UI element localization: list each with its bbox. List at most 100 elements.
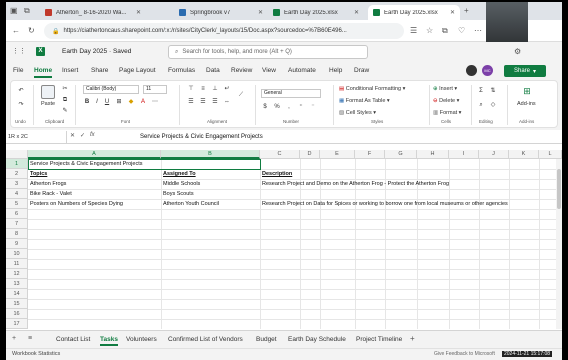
row-header-15[interactable]: 15 [6, 299, 28, 309]
insert-function-icon[interactable]: fx [90, 132, 95, 138]
row-header-3[interactable]: 3 [6, 179, 28, 189]
menu-automate[interactable]: Automate [288, 67, 316, 74]
formula-input[interactable]: Service Projects & Civic Engagement Proj… [140, 132, 263, 142]
column-header-d[interactable]: D [300, 150, 320, 159]
sheet-tab-earth-day-schedule[interactable]: Earth Day Schedule [288, 336, 346, 343]
italic-icon[interactable]: I [93, 98, 101, 106]
user-avatar[interactable] [466, 65, 477, 76]
row-header-13[interactable]: 13 [6, 279, 28, 289]
sheet-tab-tasks[interactable]: Tasks [100, 336, 118, 346]
orientation-icon[interactable]: ⟋ [237, 91, 245, 99]
back-icon[interactable]: ← [12, 26, 20, 35]
cell-c5[interactable]: Research Project on Data for Spices or w… [260, 199, 508, 209]
spreadsheet-grid[interactable]: A B C D E F G H I J K L 1 2 3 4 5 6 7 8 … [6, 144, 562, 330]
cell-b2-header[interactable]: Assigned To [161, 169, 196, 179]
sheet-tab-project-timeline[interactable]: Project Timeline [356, 336, 402, 343]
browser-tab-2[interactable]: Springbrook v7 ✕ [174, 5, 268, 20]
column-header-a[interactable]: A [28, 150, 161, 159]
conditional-formatting-button[interactable]: ▤ Conditional Formatting ▾ [339, 86, 405, 92]
workbook-statistics[interactable]: Workbook Statistics [12, 351, 60, 357]
copy-icon[interactable]: ⧉ [61, 96, 69, 104]
clear-icon[interactable]: ◇ [489, 101, 497, 109]
window-menu-icon[interactable]: ▣ [10, 6, 18, 15]
close-tab-icon[interactable]: ✕ [450, 9, 455, 16]
cell-c3[interactable]: Research Project and Demo on the Atherto… [260, 179, 449, 189]
font-name-select[interactable]: Calibri (Body) [83, 85, 139, 94]
menu-page-layout[interactable]: Page Layout [119, 67, 156, 74]
row-header-2[interactable]: 2 [6, 169, 28, 179]
format-painter-icon[interactable]: ✎ [61, 107, 69, 115]
app-launcher-icon[interactable]: ⋮⋮ [12, 47, 26, 55]
row-header-10[interactable]: 10 [6, 249, 28, 259]
row-header-9[interactable]: 9 [6, 239, 28, 249]
find-icon[interactable]: ⌕ [477, 101, 485, 109]
align-left-icon[interactable]: ☰ [187, 98, 195, 106]
fill-color-icon[interactable]: ◆ [127, 98, 135, 106]
decrease-decimal-icon[interactable]: ⁻ [309, 103, 317, 111]
sort-filter-icon[interactable]: ⇅ [489, 87, 497, 95]
scrollbar-thumb[interactable] [557, 169, 561, 209]
borders-icon[interactable]: ⊞ [115, 98, 123, 106]
column-header-e[interactable]: E [320, 150, 355, 159]
paste-button[interactable]: Paste [41, 101, 55, 107]
refresh-icon[interactable]: ↻ [28, 26, 35, 35]
sheet-tab-budget[interactable]: Budget [256, 336, 277, 343]
underline-icon[interactable]: U [103, 98, 111, 106]
select-all-corner[interactable] [6, 150, 28, 159]
coauthor-avatar[interactable]: MC [482, 65, 493, 76]
column-header-c[interactable]: C [260, 150, 300, 159]
cell-styles-button[interactable]: ▨ Cell Styles ▾ [339, 110, 376, 116]
undo-icon[interactable]: ↶ [17, 87, 25, 95]
reader-icon[interactable]: ☰ [410, 26, 417, 35]
menu-insert[interactable]: Insert [62, 67, 78, 74]
cell-a4[interactable]: Bike Rack - Valet [28, 189, 72, 199]
favorite-icon[interactable]: ☆ [426, 26, 433, 35]
cell-b5[interactable]: Atherton Youth Council [161, 199, 219, 209]
close-tab-icon[interactable]: ✕ [354, 9, 359, 16]
cell-b4[interactable]: Boys Scouts [161, 189, 194, 199]
row-header-7[interactable]: 7 [6, 219, 28, 229]
column-header-h[interactable]: H [417, 150, 449, 159]
column-header-f[interactable]: F [355, 150, 385, 159]
autosum-icon[interactable]: Σ [477, 87, 485, 95]
enter-icon[interactable]: ✓ [80, 132, 85, 139]
menu-formulas[interactable]: Formulas [168, 67, 195, 74]
url-field[interactable]: 🔒 https://ciathertoncaus.sharepoint.com/… [44, 23, 404, 39]
column-header-b[interactable]: B [161, 150, 260, 159]
cell-a2-header[interactable]: Topics [28, 169, 47, 179]
feedback-link[interactable]: Give Feedback to Microsoft [434, 351, 495, 357]
align-top-icon[interactable]: ⊤ [187, 85, 195, 93]
percent-icon[interactable]: % [273, 103, 281, 111]
addins-icon[interactable]: ⊞ [523, 87, 531, 96]
row-header-6[interactable]: 6 [6, 209, 28, 219]
sheet-tab-volunteers[interactable]: Volunteers [126, 336, 157, 343]
cell-c2-header[interactable]: Description [260, 169, 292, 179]
row-header-16[interactable]: 16 [6, 309, 28, 319]
cell-a3[interactable]: Atherton Frogs [28, 179, 66, 189]
comma-icon[interactable]: , [285, 103, 293, 111]
align-right-icon[interactable]: ☰ [211, 98, 219, 106]
column-header-l[interactable]: L [539, 150, 562, 159]
paste-icon[interactable] [41, 85, 55, 99]
insert-cells-button[interactable]: ⊕ Insert ▾ [433, 86, 457, 92]
delete-cells-button[interactable]: ⊖ Delete ▾ [433, 98, 459, 104]
merge-center-icon[interactable]: ⇔ [223, 98, 231, 106]
column-header-j[interactable]: J [479, 150, 509, 159]
menu-data[interactable]: Data [206, 67, 220, 74]
more-icon[interactable]: ⋯ [474, 26, 482, 35]
format-as-table-button[interactable]: ▦ Format As Table ▾ [339, 98, 390, 104]
font-size-select[interactable]: 11 [143, 85, 167, 94]
all-sheets-icon[interactable]: ≡ [28, 335, 32, 342]
row-header-11[interactable]: 11 [6, 259, 28, 269]
new-tab-button[interactable]: + [464, 6, 469, 15]
menu-review[interactable]: Review [231, 67, 252, 74]
column-header-i[interactable]: I [449, 150, 479, 159]
share-button[interactable]: Share ▾ [504, 65, 546, 77]
sheet-nav-icon[interactable]: + [12, 335, 16, 342]
add-sheet-button[interactable]: + [410, 334, 415, 343]
tab-actions-icon[interactable]: ⧉ [24, 6, 30, 16]
row-header-14[interactable]: 14 [6, 289, 28, 299]
close-tab-icon[interactable]: ✕ [136, 9, 141, 16]
align-bottom-icon[interactable]: ⊥ [211, 85, 219, 93]
cell-a5[interactable]: Posters on Numbers of Species Dying [28, 199, 123, 209]
